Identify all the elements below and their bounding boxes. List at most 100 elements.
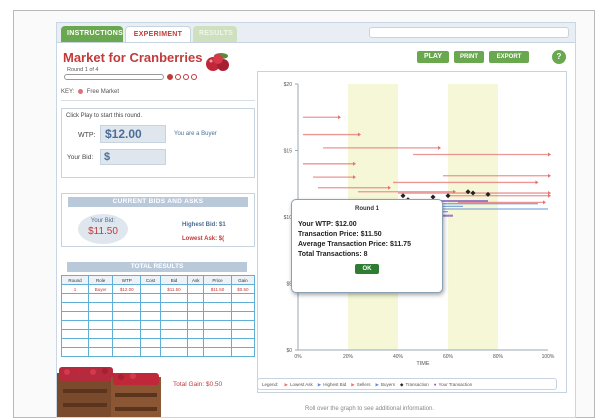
- role-text: You are a Buyer: [174, 131, 217, 137]
- rollover-hint: Roll over the graph to see additional in…: [305, 406, 435, 412]
- top-bar-field: [369, 27, 569, 38]
- table-cell: [88, 320, 114, 330]
- x-tick-label: 20%: [343, 354, 354, 360]
- table-cell: [159, 311, 189, 321]
- legend-item-label: Sellers: [356, 382, 371, 387]
- legend-marker-icon: ▶: [375, 382, 379, 387]
- cranberry-crates-image: [57, 367, 161, 417]
- legend-item: ▶ Buyers: [376, 382, 395, 387]
- play-instruction: Click Play to start this round.: [66, 113, 143, 119]
- table-cell: [159, 293, 189, 303]
- bids-panel: CURRENT BIDS AND ASKS Your Bid: $11.50 H…: [61, 193, 255, 247]
- table-cell: [88, 302, 114, 312]
- help-button[interactable]: ?: [552, 50, 566, 64]
- legend-marker-icon: ●: [433, 382, 437, 387]
- export-button[interactable]: EXPORT: [489, 51, 529, 63]
- ask-arrow-marker: [548, 173, 551, 178]
- table-cell: $11.50: [159, 284, 189, 294]
- legend-item-label: Your Transaction: [438, 382, 473, 387]
- tab-instructions[interactable]: INSTRUCTIONS: [61, 26, 123, 42]
- table-row: [60, 302, 256, 312]
- highest-bid: Highest Bid: $1: [182, 222, 226, 228]
- key-item: Free Market: [86, 89, 120, 96]
- results-title: TOTAL RESULTS: [67, 262, 247, 272]
- table-cell: [88, 338, 114, 348]
- table-cell: [203, 293, 232, 303]
- table-cell: [112, 293, 142, 303]
- table-cell: [187, 311, 205, 321]
- round-indicator: Round 1 of 4: [67, 67, 99, 73]
- tab-results[interactable]: RESULTS: [193, 26, 237, 42]
- table-cell: [203, 329, 232, 339]
- table-cell: [112, 347, 142, 357]
- table-cell: [203, 311, 232, 321]
- round-dot: [183, 74, 189, 80]
- x-tick-label: 80%: [493, 354, 504, 360]
- table-cell: [187, 302, 205, 312]
- legend-marker-icon: ◆: [399, 382, 404, 387]
- table-cell: [187, 329, 205, 339]
- table-cell: [60, 329, 90, 339]
- table-cell: [159, 347, 189, 357]
- tab-experiment[interactable]: EXPERIMENT: [125, 26, 191, 42]
- table-cell: [112, 311, 142, 321]
- wtp-label: WTP:: [78, 132, 96, 139]
- table-cell: $0.50: [230, 284, 256, 294]
- table-cell: [112, 320, 142, 330]
- table-row: [60, 347, 256, 357]
- ask-arrow-marker: [438, 145, 441, 150]
- table-row: [60, 311, 256, 321]
- table-cell: [88, 311, 114, 321]
- table-cell: [187, 284, 205, 294]
- table-cell: $11.50: [203, 284, 232, 294]
- y-tick-label: $20: [284, 82, 293, 88]
- x-tick-label: 40%: [393, 354, 404, 360]
- table-cell: [187, 338, 205, 348]
- table-cell: [159, 329, 189, 339]
- table-cell: [203, 320, 232, 330]
- print-button[interactable]: PRINT: [454, 51, 484, 63]
- table-cell: [159, 302, 189, 312]
- table-cell: [88, 293, 114, 303]
- ask-arrow-marker: [535, 180, 539, 185]
- table-cell: [140, 311, 161, 321]
- legend-item: ● Your Transaction: [434, 382, 472, 387]
- table-cell: $12.00: [112, 284, 142, 294]
- free-market-dot-icon: [78, 89, 84, 94]
- ok-button[interactable]: OK: [355, 264, 379, 274]
- lowest-ask: Lowest Ask: $(: [182, 236, 225, 242]
- table-cell: [140, 347, 161, 357]
- highlight-band: [448, 84, 498, 350]
- results-column-header: Ask: [187, 275, 205, 285]
- key-row: KEY: Free Market: [61, 89, 255, 101]
- results-header-row: Round Role WTP Cost Bid Ask Price Gain: [60, 275, 256, 285]
- table-cell: [203, 302, 232, 312]
- play-panel: Click Play to start this round. WTP: $12…: [61, 108, 255, 178]
- round-dot: [191, 74, 197, 80]
- play-button[interactable]: PLAY: [417, 51, 449, 63]
- bids-panel-title: CURRENT BIDS AND ASKS: [68, 197, 248, 207]
- tab-bar: INSTRUCTIONS EXPERIMENT RESULTS: [57, 23, 575, 43]
- table-cell: [140, 284, 161, 294]
- legend-item-label: Transaction: [405, 382, 429, 387]
- legend-item: ▶ Lowest Ask: [285, 382, 313, 387]
- table-cell: [60, 320, 90, 330]
- bid-input[interactable]: $: [100, 149, 166, 165]
- table-cell: [140, 302, 161, 312]
- total-gain: Total Gain: $0.50: [173, 381, 223, 388]
- results-column-header: Round: [60, 275, 90, 285]
- table-cell: [230, 311, 256, 321]
- your-bid-value: $11.50: [88, 226, 118, 237]
- y-tick-label: $15: [284, 149, 293, 155]
- legend-item-label: Lowest Ask: [290, 382, 313, 387]
- chart-legend: Legend: ▶ Lowest Ask ▶ Highest Bid ▶ Sellers ▶…: [257, 378, 557, 390]
- table-row: 1 Buyer $12.00 $11.50 $11.50 $0.50: [60, 284, 256, 294]
- legend-item-label: Buyers: [380, 382, 395, 387]
- table-cell: [230, 293, 256, 303]
- table-cell: [140, 338, 161, 348]
- x-axis-label: TIME: [416, 361, 429, 367]
- y-tick-label: $0: [286, 348, 292, 354]
- ask-arrow-marker: [548, 152, 551, 157]
- popup-title: Round 1: [355, 206, 379, 212]
- table-cell: [187, 320, 205, 330]
